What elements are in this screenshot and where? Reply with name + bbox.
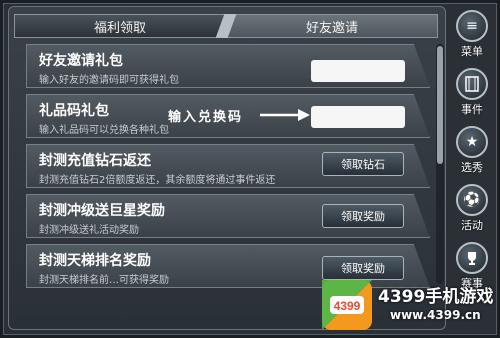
invite-code-input[interactable] xyxy=(311,60,405,82)
logo-4399-icon: 4399 xyxy=(322,280,372,330)
tab-friend-invite[interactable]: 好友邀请 xyxy=(226,14,438,38)
row-subtitle: 封测充值钻石2倍额度返还，其余额度将通过事件返还 xyxy=(39,175,276,186)
logo-text: 4399 xyxy=(334,299,361,313)
claim-level-reward-label: 领取奖励 xyxy=(341,210,385,223)
soccer-ball-icon: ⚽ xyxy=(456,184,488,216)
side-item-menu[interactable]: ≡ 菜单 xyxy=(450,10,494,66)
row-title: 好友邀请礼包 xyxy=(39,53,123,69)
claim-level-reward-button[interactable]: 领取奖励 xyxy=(322,204,404,228)
site-watermark: 4399 4399手机游戏 www.4399.cn xyxy=(318,276,496,334)
side-item-label: 活动 xyxy=(461,219,483,232)
row-subtitle: 输入好友的邀请码即可获得礼包 xyxy=(39,75,179,86)
side-item-label: 选秀 xyxy=(461,161,483,174)
side-item-events[interactable]: 事件 xyxy=(450,68,494,124)
side-item-label: 菜单 xyxy=(461,45,483,58)
tab-bar: 福利领取 好友邀请 xyxy=(14,14,438,38)
watermark-url: www.4399.cn xyxy=(390,308,481,322)
row-title: 礼品码礼包 xyxy=(39,103,109,119)
star-icon: ★ xyxy=(456,126,488,158)
trophy-icon xyxy=(456,242,488,274)
redeem-code-callout: 输入兑换码 xyxy=(168,110,244,125)
claim-ladder-reward-label: 领取奖励 xyxy=(341,262,385,275)
tab-welfare[interactable]: 福利领取 xyxy=(14,14,226,38)
row-subtitle: 输入礼品码可以兑换各种礼包 xyxy=(39,125,169,136)
film-icon xyxy=(456,68,488,100)
claim-diamond-label: 领取钻石 xyxy=(341,158,385,171)
row-subtitle: 封测天梯排名前…可获得奖励 xyxy=(39,275,169,286)
menu-icon: ≡ xyxy=(456,10,488,42)
scrollbar[interactable] xyxy=(436,44,444,284)
callout-arrow-icon xyxy=(260,109,310,121)
side-item-label: 事件 xyxy=(461,103,483,116)
side-item-activities[interactable]: ⚽ 活动 xyxy=(450,184,494,240)
row-title: 封测充值钻石返还 xyxy=(39,153,151,169)
watermark-brand: 4399手机游戏 xyxy=(378,287,494,307)
tab-friend-invite-label: 好友邀请 xyxy=(305,20,358,36)
scrollbar-thumb[interactable] xyxy=(437,46,443,164)
side-item-draft[interactable]: ★ 选秀 xyxy=(450,126,494,182)
row-subtitle: 封测冲级送礼活动奖励 xyxy=(39,225,139,236)
tab-welfare-label: 福利领取 xyxy=(93,20,146,36)
claim-diamond-button[interactable]: 领取钻石 xyxy=(322,152,404,176)
gift-code-input[interactable] xyxy=(311,106,405,128)
row-title: 封测天梯排名奖励 xyxy=(39,253,151,269)
row-title: 封测冲级送巨星奖励 xyxy=(39,203,165,219)
side-menu: ≡ 菜单 事件 ★ 选秀 ⚽ 活动 赛事 xyxy=(450,10,494,300)
